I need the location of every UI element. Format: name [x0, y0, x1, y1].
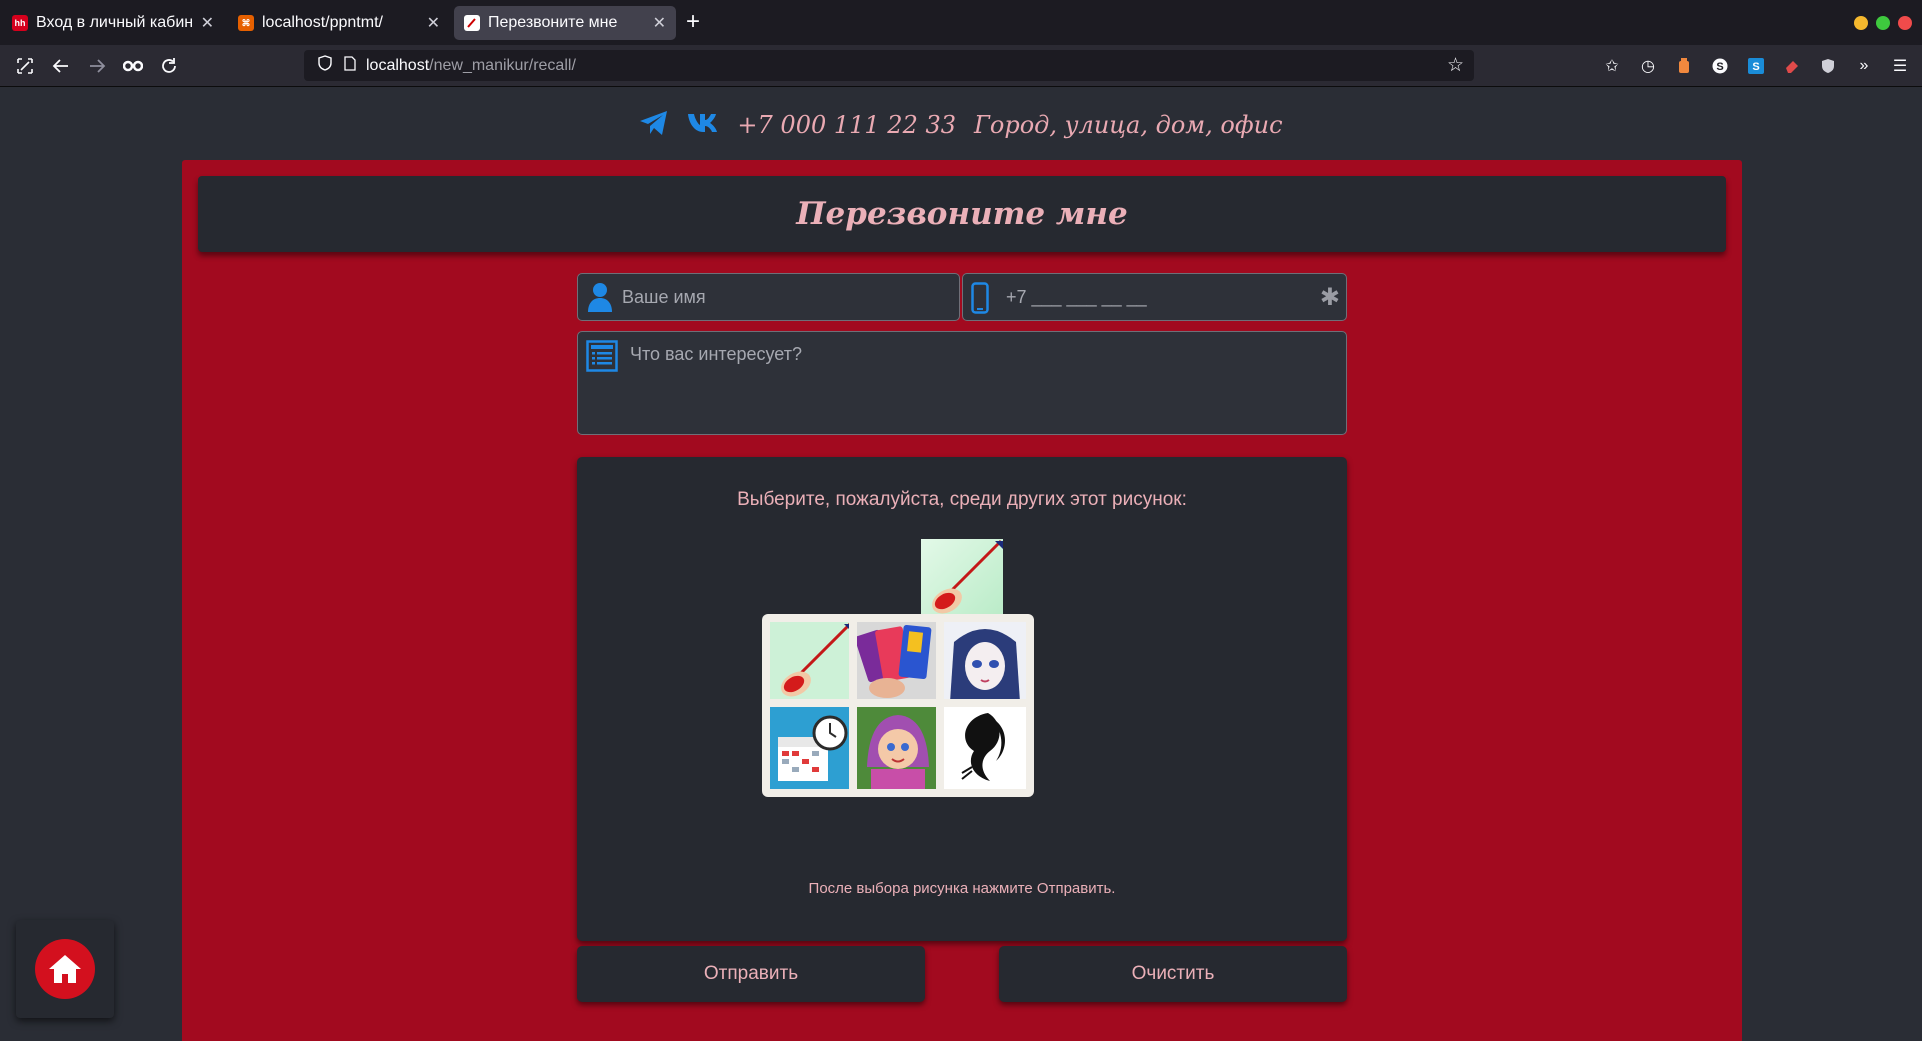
vk-icon[interactable] [687, 112, 719, 139]
tab-title: Перезвоните мне [488, 14, 618, 31]
extension-s-blue-icon[interactable]: S [1745, 55, 1767, 77]
site-favicon-icon [464, 15, 480, 31]
shield-extension-icon[interactable] [1817, 55, 1839, 77]
tab-recall[interactable]: Перезвоните мне ✕ [454, 6, 676, 40]
url-path: /new_manikur/recall/ [429, 56, 576, 74]
page-title: Перезвоните мне [796, 196, 1128, 232]
captcha-prompt: Выберите, пожалуйста, среди других этот … [737, 489, 1187, 510]
captcha-sample-nail-image [921, 539, 1003, 621]
phone-placeholder: +7 ___ ___ __ __ [1006, 286, 1147, 307]
required-asterisk-icon: ✱ [1319, 284, 1340, 311]
captcha-choice-anime-girl[interactable] [936, 614, 1034, 712]
screenshot-icon[interactable] [12, 53, 38, 79]
svg-text:S: S [1716, 61, 1723, 73]
svg-text:S: S [1752, 61, 1759, 73]
close-tab-icon[interactable]: ✕ [653, 13, 666, 33]
maximize-window-button[interactable] [1876, 16, 1890, 30]
clear-button[interactable]: Очистить [999, 946, 1347, 1002]
phone-field[interactable]: +7 ___ ___ __ __ ✱ [962, 273, 1347, 321]
home-button[interactable] [35, 939, 95, 999]
image-captcha: Выберите, пожалуйста, среди других этот … [577, 457, 1347, 941]
submit-button[interactable]: Отправить [577, 946, 925, 1002]
captcha-note: После выбора рисунка нажмите Отправить. [808, 880, 1116, 897]
menu-hamburger-icon[interactable]: ☰ [1889, 55, 1911, 77]
tab-title: localhost/ppntmt/ [262, 14, 383, 31]
address: Город, улица, дом, офис [974, 111, 1283, 139]
name-field[interactable]: Ваше имя [577, 273, 960, 321]
telegram-icon[interactable] [639, 110, 669, 141]
history-clock-icon[interactable]: ◷ [1637, 55, 1659, 77]
back-arrow-icon[interactable] [48, 53, 74, 79]
name-placeholder: Ваше имя [622, 286, 706, 307]
recall-form-panel: Перезвоните мне Ваше имя +7 ___ ___ __ _… [182, 160, 1742, 1041]
captcha-choice-masha[interactable] [849, 699, 947, 797]
captcha-choice-smartphones[interactable] [849, 614, 947, 712]
xampp-favicon-icon: ⌘ [238, 15, 254, 31]
user-icon [586, 282, 614, 312]
bookmark-star-icon[interactable]: ☆ [1447, 54, 1464, 77]
close-window-button[interactable] [1898, 16, 1912, 30]
new-tab-button[interactable]: + [686, 8, 700, 36]
extension-orange-icon[interactable] [1673, 55, 1695, 77]
smartphone-icon [969, 282, 991, 314]
eraser-icon[interactable] [1781, 55, 1803, 77]
captcha-choice-hair-silhouette[interactable] [936, 699, 1034, 797]
message-placeholder: Что вас интересует? [630, 344, 802, 364]
tab-title: Вход в личный кабинет [36, 14, 193, 31]
url-bar[interactable]: localhost/new_manikur/recall/ ☆ [304, 50, 1474, 81]
shield-icon[interactable] [318, 55, 332, 76]
reload-icon[interactable] [156, 53, 182, 79]
form-title-bar: Перезвоните мне [198, 176, 1726, 252]
url-host: localhost [366, 56, 430, 74]
message-textarea[interactable]: Что вас интересует? [577, 331, 1347, 435]
home-widget[interactable] [16, 920, 114, 1018]
page-content: +7 000 111 22 33 Город, улица, дом, офис… [0, 87, 1922, 1041]
phone-number[interactable]: +7 000 111 22 33 [737, 111, 956, 139]
browser-nav-bar: localhost/new_manikur/recall/ ☆ ✩ ◷ S S … [0, 45, 1922, 87]
forward-arrow-icon[interactable] [84, 53, 110, 79]
close-tab-icon[interactable]: ✕ [427, 13, 440, 33]
close-tab-icon[interactable]: ✕ [201, 13, 214, 33]
tab-ppntmt[interactable]: ⌘ localhost/ppntmt/ ✕ [228, 6, 450, 40]
captcha-choice-calendar[interactable] [762, 699, 860, 797]
hh-favicon-icon: hh [12, 15, 28, 31]
library-star-icon[interactable]: ✩ [1601, 55, 1623, 77]
list-document-icon [586, 340, 618, 372]
tab-hh-login[interactable]: hh Вход в личный кабинет ✕ [2, 6, 224, 40]
page-icon [344, 55, 356, 76]
contacts-bar: +7 000 111 22 33 Город, улица, дом, офис [0, 105, 1922, 145]
browser-tab-bar: hh Вход в личный кабинет ✕ ⌘ localhost/p… [0, 0, 1922, 45]
private-mask-icon[interactable] [120, 53, 146, 79]
extension-s-circle-icon[interactable]: S [1709, 55, 1731, 77]
minimize-window-button[interactable] [1854, 16, 1868, 30]
overflow-chevron-icon[interactable]: » [1853, 55, 1875, 77]
captcha-choice-nail[interactable] [762, 614, 860, 712]
home-icon [49, 955, 81, 983]
